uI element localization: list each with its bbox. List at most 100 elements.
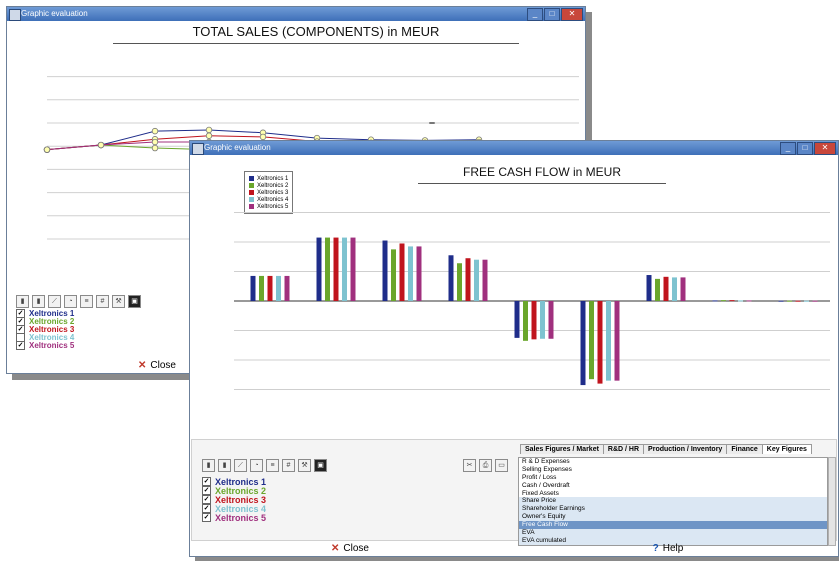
bar[interactable] — [523, 301, 528, 341]
bar[interactable] — [680, 277, 686, 301]
front-close-button[interactable]: ✕ Close — [320, 542, 380, 554]
maximize-button[interactable]: □ — [544, 8, 560, 21]
bar[interactable] — [276, 275, 281, 301]
bar[interactable] — [580, 301, 586, 386]
bar[interactable] — [548, 301, 554, 339]
bar[interactable] — [787, 300, 792, 302]
key-figure-item[interactable]: Share Price — [519, 497, 827, 506]
bar[interactable] — [663, 276, 669, 301]
minimize-button[interactable]: _ — [527, 8, 543, 21]
tab[interactable]: Sales Figures / Market — [520, 444, 604, 454]
data-point[interactable] — [205, 126, 213, 134]
bar[interactable] — [646, 275, 652, 301]
tab[interactable]: Finance — [726, 444, 763, 454]
bar[interactable] — [391, 249, 396, 301]
bar[interactable] — [448, 255, 454, 301]
key-figure-item[interactable]: Free Cash Flow — [519, 521, 827, 530]
bar[interactable] — [812, 300, 818, 302]
bar[interactable] — [672, 277, 677, 301]
cut-icon[interactable]: ✂ — [463, 459, 476, 472]
checkbox[interactable]: ✓ — [202, 504, 211, 513]
key-figure-item[interactable]: Selling Expenses — [519, 466, 827, 474]
bar[interactable] — [482, 259, 488, 301]
bar[interactable] — [614, 301, 620, 381]
print-icon[interactable]: ⎙ — [479, 459, 492, 472]
pie-chart-icon[interactable]: ◔ — [64, 295, 77, 308]
checkbox[interactable]: ✓ — [202, 513, 211, 522]
back-close-button[interactable]: ✕ Close — [137, 359, 177, 371]
key-figure-item[interactable]: EVA — [519, 529, 827, 537]
dark-mode-icon[interactable]: ▣ — [314, 459, 327, 472]
key-figure-item[interactable]: Owner's Equity — [519, 513, 827, 522]
tab[interactable]: R&D / HR — [602, 444, 645, 454]
checkbox[interactable]: ✓ — [202, 495, 211, 504]
bar[interactable] — [457, 263, 462, 301]
tab[interactable]: Production / Inventory — [643, 444, 728, 454]
stacked-bar-icon[interactable]: ▮ — [32, 295, 45, 308]
bar[interactable] — [540, 301, 545, 339]
bar[interactable] — [474, 259, 479, 301]
line-chart-icon[interactable]: ⟋ — [234, 459, 247, 472]
checkbox[interactable]: ✓ — [202, 486, 211, 495]
key-figure-item[interactable]: Profit / Loss — [519, 474, 827, 482]
bar-chart-icon[interactable]: ▮ — [202, 459, 215, 472]
bar[interactable] — [712, 300, 718, 302]
bar[interactable] — [597, 301, 603, 384]
bar[interactable] — [804, 300, 809, 302]
bar[interactable] — [316, 237, 322, 301]
pie-chart-icon[interactable]: ◔ — [250, 459, 263, 472]
open-folder-icon[interactable]: ▭ — [495, 459, 508, 472]
bar[interactable] — [778, 300, 784, 302]
bar[interactable] — [284, 275, 290, 301]
bar[interactable] — [795, 300, 801, 302]
bar[interactable] — [408, 246, 413, 301]
bar[interactable] — [267, 275, 273, 301]
grid-icon[interactable]: # — [282, 459, 295, 472]
data-point[interactable] — [151, 144, 159, 152]
checkbox[interactable]: ✓ — [16, 340, 25, 350]
table-icon[interactable]: ≡ — [80, 295, 93, 308]
grid-icon[interactable]: # — [96, 295, 109, 308]
bar[interactable] — [655, 278, 660, 301]
maximize-button[interactable]: □ — [797, 142, 813, 155]
bar-chart-icon[interactable]: ▮ — [16, 295, 29, 308]
bar[interactable] — [465, 258, 471, 301]
bar[interactable] — [399, 243, 405, 301]
bar[interactable] — [250, 275, 256, 301]
key-figure-list[interactable]: R & D Expenses Selling Expenses Profit / L… — [518, 457, 828, 546]
key-figure-item[interactable]: R & D Expenses — [519, 458, 827, 466]
window-close-button[interactable]: ✕ — [561, 8, 583, 21]
bar[interactable] — [606, 301, 611, 381]
tab[interactable]: Key Figures — [761, 444, 812, 454]
data-point[interactable] — [151, 138, 159, 146]
bar[interactable] — [382, 240, 388, 301]
bar[interactable] — [531, 301, 537, 340]
key-figure-item[interactable]: Cash / Overdraft — [519, 482, 827, 490]
bar[interactable] — [729, 300, 735, 302]
data-point[interactable] — [97, 141, 105, 149]
key-figure-item[interactable]: Fixed Assets — [519, 490, 827, 498]
data-point[interactable] — [151, 127, 159, 135]
bar[interactable] — [721, 300, 726, 302]
help-button[interactable]: ? Help — [638, 542, 698, 554]
data-point[interactable] — [205, 132, 213, 139]
front-window-titlebar[interactable]: Graphic evaluation _ □ ✕ — [190, 141, 838, 155]
tools-icon[interactable]: ⚒ — [298, 459, 311, 472]
minimize-button[interactable]: _ — [780, 142, 796, 155]
window-close-button[interactable]: ✕ — [814, 142, 836, 155]
data-point[interactable] — [43, 146, 51, 153]
line-chart-icon[interactable]: ⟋ — [48, 295, 61, 308]
list-scrollbar[interactable] — [828, 457, 836, 546]
bar[interactable] — [746, 300, 752, 302]
bar[interactable] — [350, 237, 356, 301]
bar[interactable] — [416, 246, 422, 301]
bar[interactable] — [259, 275, 264, 301]
dark-mode-icon[interactable]: ▣ — [128, 295, 141, 308]
data-point[interactable] — [259, 133, 267, 141]
tools-icon[interactable]: ⚒ — [112, 295, 125, 308]
series-toggle[interactable]: ✓ Xeltronics 5 — [202, 513, 266, 523]
bar[interactable] — [738, 300, 743, 302]
bar[interactable] — [589, 301, 594, 380]
bar[interactable] — [325, 237, 330, 301]
bar[interactable] — [333, 237, 339, 301]
